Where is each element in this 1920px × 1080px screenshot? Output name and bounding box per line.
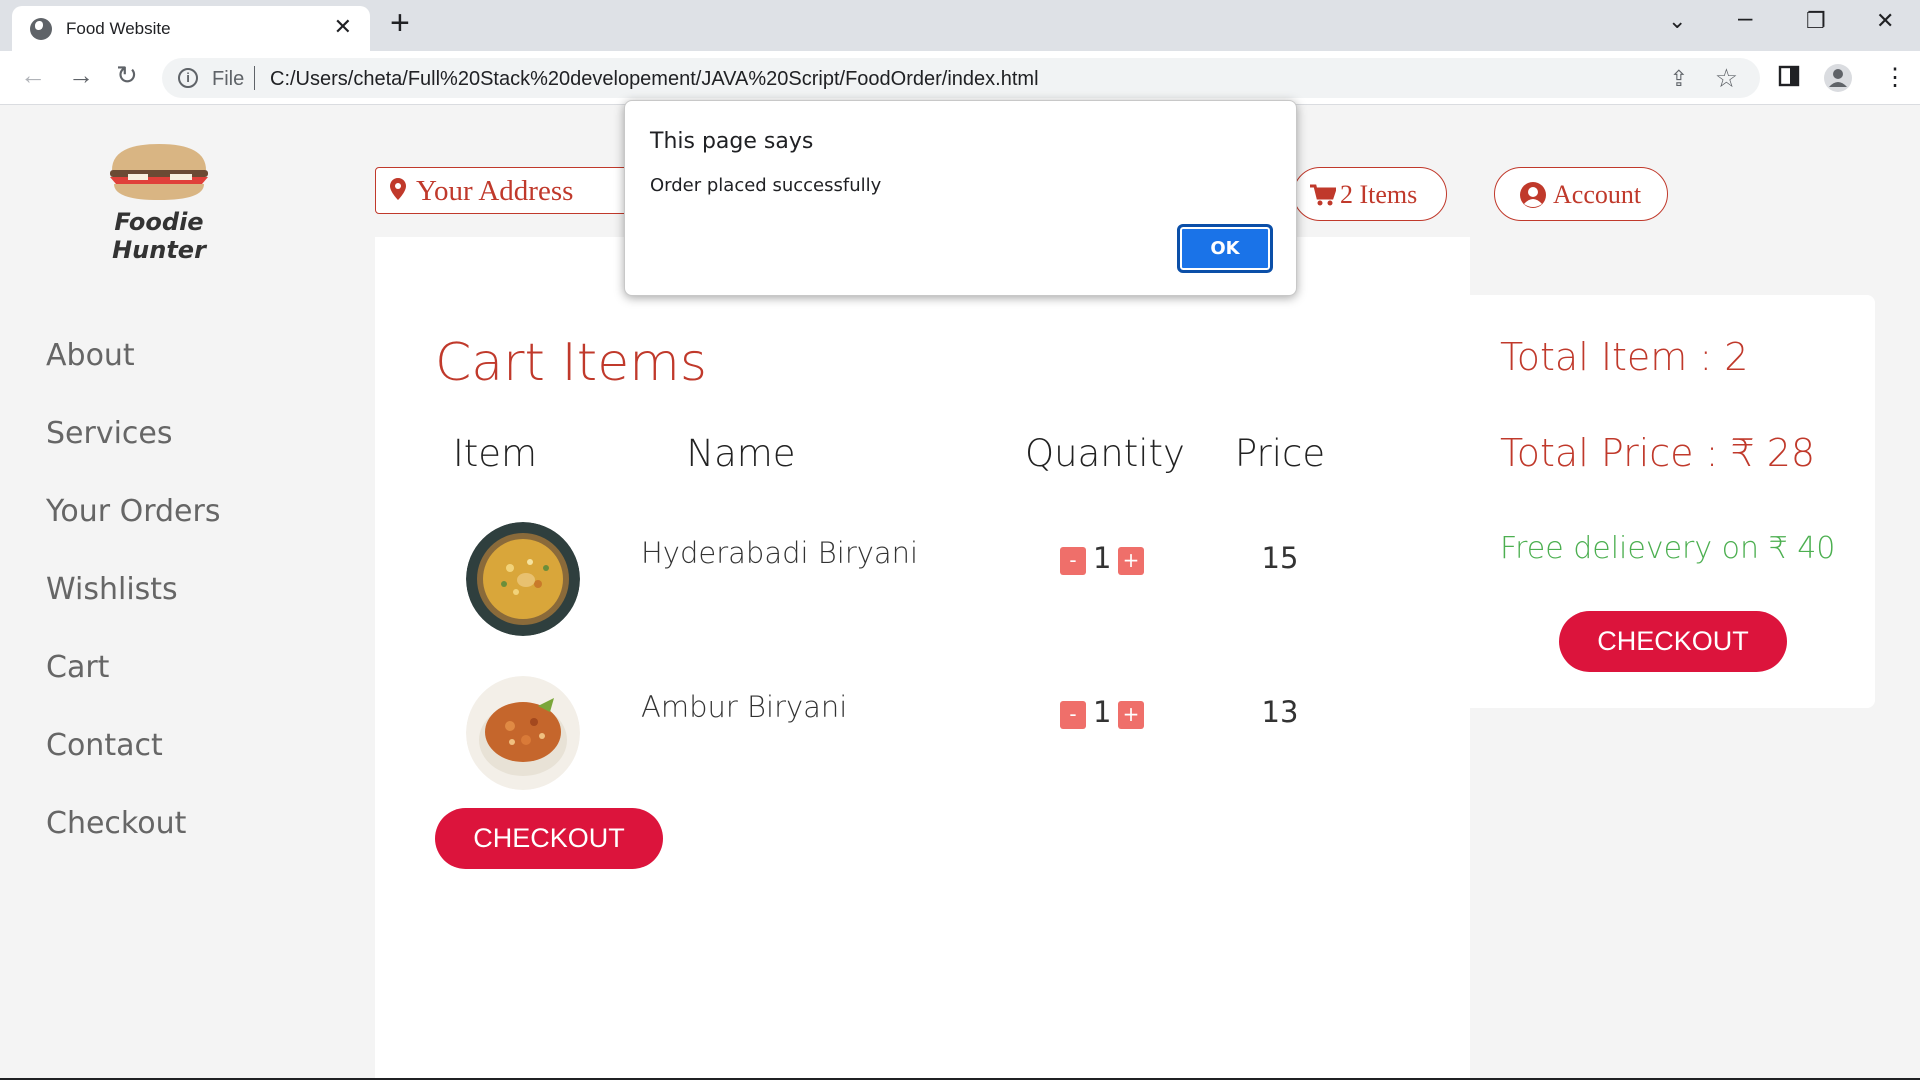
- browser-tab[interactable]: Food Website ✕: [12, 6, 370, 51]
- cart-items-label: 2 Items: [1340, 180, 1418, 209]
- address-input[interactable]: Your Address: [375, 167, 635, 214]
- summary-checkout-button[interactable]: CHECKOUT: [1559, 611, 1787, 672]
- dialog-ok-button[interactable]: OK: [1177, 224, 1273, 273]
- quantity-value: 1: [1093, 695, 1112, 729]
- info-icon[interactable]: i: [178, 68, 198, 88]
- bookmark-star-icon[interactable]: ☆: [1715, 63, 1738, 94]
- dialog-message: Order placed successfully: [650, 175, 882, 196]
- logo-text: Foodie Hunter: [112, 208, 206, 264]
- address-placeholder: Your Address: [416, 175, 574, 207]
- browser-toolbar: ← → ↻ i File C:/Users/cheta/Full%20Stack…: [0, 51, 1920, 105]
- profile-avatar-icon[interactable]: [1823, 63, 1853, 98]
- tab-search-icon[interactable]: ⌄: [1668, 10, 1686, 32]
- sidebar-item-your-orders[interactable]: Your Orders: [46, 494, 220, 529]
- sidebar-item-contact[interactable]: Contact: [46, 728, 163, 763]
- item-price: 15: [1261, 541, 1299, 575]
- url-text[interactable]: C:/Users/cheta/Full%20Stack%20developeme…: [270, 68, 1039, 91]
- globe-icon: [30, 18, 52, 40]
- restore-icon[interactable]: ❐: [1806, 10, 1826, 32]
- window-close-icon[interactable]: ✕: [1876, 10, 1894, 32]
- hyderabadi-biryani-image: [466, 522, 580, 636]
- quantity-value: 1: [1093, 541, 1112, 575]
- column-header-quantity: Quantity: [1025, 432, 1185, 475]
- user-circle-icon: [1520, 182, 1546, 208]
- new-tab-button[interactable]: +: [390, 6, 410, 40]
- column-header-item: Item: [452, 432, 538, 475]
- sidebar-item-checkout[interactable]: Checkout: [46, 806, 186, 841]
- increase-quantity-button[interactable]: +: [1118, 547, 1144, 575]
- column-header-price: Price: [1234, 432, 1326, 475]
- omnibox-separator: [254, 66, 255, 90]
- back-icon[interactable]: ←: [20, 62, 46, 88]
- reload-icon[interactable]: ↻: [116, 62, 138, 88]
- sidebar-item-services[interactable]: Services: [46, 416, 173, 451]
- total-price-text: Total Price : ₹ 28: [1500, 431, 1816, 475]
- item-name: Ambur Biryani: [641, 690, 848, 724]
- item-price: 13: [1261, 695, 1299, 729]
- map-marker-icon: [390, 178, 406, 200]
- order-summary-panel: Total Item : 2 Total Price : ₹ 28 Free d…: [1470, 295, 1875, 708]
- free-delivery-text: Free delievery on ₹ 40: [1500, 531, 1836, 566]
- account-label: Account: [1553, 180, 1642, 209]
- browser-tabstrip: Food Website ✕ + ⌄ – ❐ ✕: [0, 0, 1920, 51]
- forward-icon[interactable]: →: [68, 62, 94, 88]
- account-button[interactable]: Account: [1494, 167, 1668, 221]
- sidebar-item-wishlists[interactable]: Wishlists: [46, 572, 178, 607]
- close-tab-icon[interactable]: ✕: [334, 16, 352, 38]
- ambur-biryani-image: [466, 676, 580, 790]
- minimize-icon[interactable]: –: [1738, 4, 1752, 30]
- sidebar-item-cart[interactable]: Cart: [46, 650, 109, 685]
- column-header-name: Name: [686, 432, 796, 475]
- cart-panel: Cart Items Item Name Quantity Price Hyde…: [375, 237, 1470, 1080]
- sidebar-item-about[interactable]: About: [46, 338, 135, 373]
- dialog-title: This page says: [650, 129, 814, 154]
- decrease-quantity-button[interactable]: -: [1060, 701, 1086, 729]
- shopping-cart-icon: [1310, 184, 1336, 206]
- item-name: Hyderabadi Biryani: [641, 536, 919, 570]
- decrease-quantity-button[interactable]: -: [1060, 547, 1086, 575]
- total-items-text: Total Item : 2: [1500, 335, 1749, 379]
- logo[interactable]: Foodie Hunter: [74, 138, 244, 264]
- address-bar[interactable]: i File C:/Users/cheta/Full%20Stack%20dev…: [162, 58, 1760, 98]
- cart-title: Cart Items: [435, 333, 707, 393]
- share-icon[interactable]: ⇪: [1670, 66, 1688, 92]
- side-panel-icon[interactable]: [1778, 65, 1800, 92]
- alert-dialog: This page says Order placed successfully…: [624, 100, 1297, 296]
- checkout-button[interactable]: CHECKOUT: [435, 808, 663, 869]
- burger-logo-icon: [110, 144, 208, 200]
- tab-title: Food Website: [66, 19, 171, 38]
- file-label: File: [212, 68, 245, 90]
- increase-quantity-button[interactable]: +: [1118, 701, 1144, 729]
- cart-items-button[interactable]: 2 Items: [1293, 167, 1447, 221]
- menu-kebab-icon[interactable]: ⋮: [1883, 63, 1907, 92]
